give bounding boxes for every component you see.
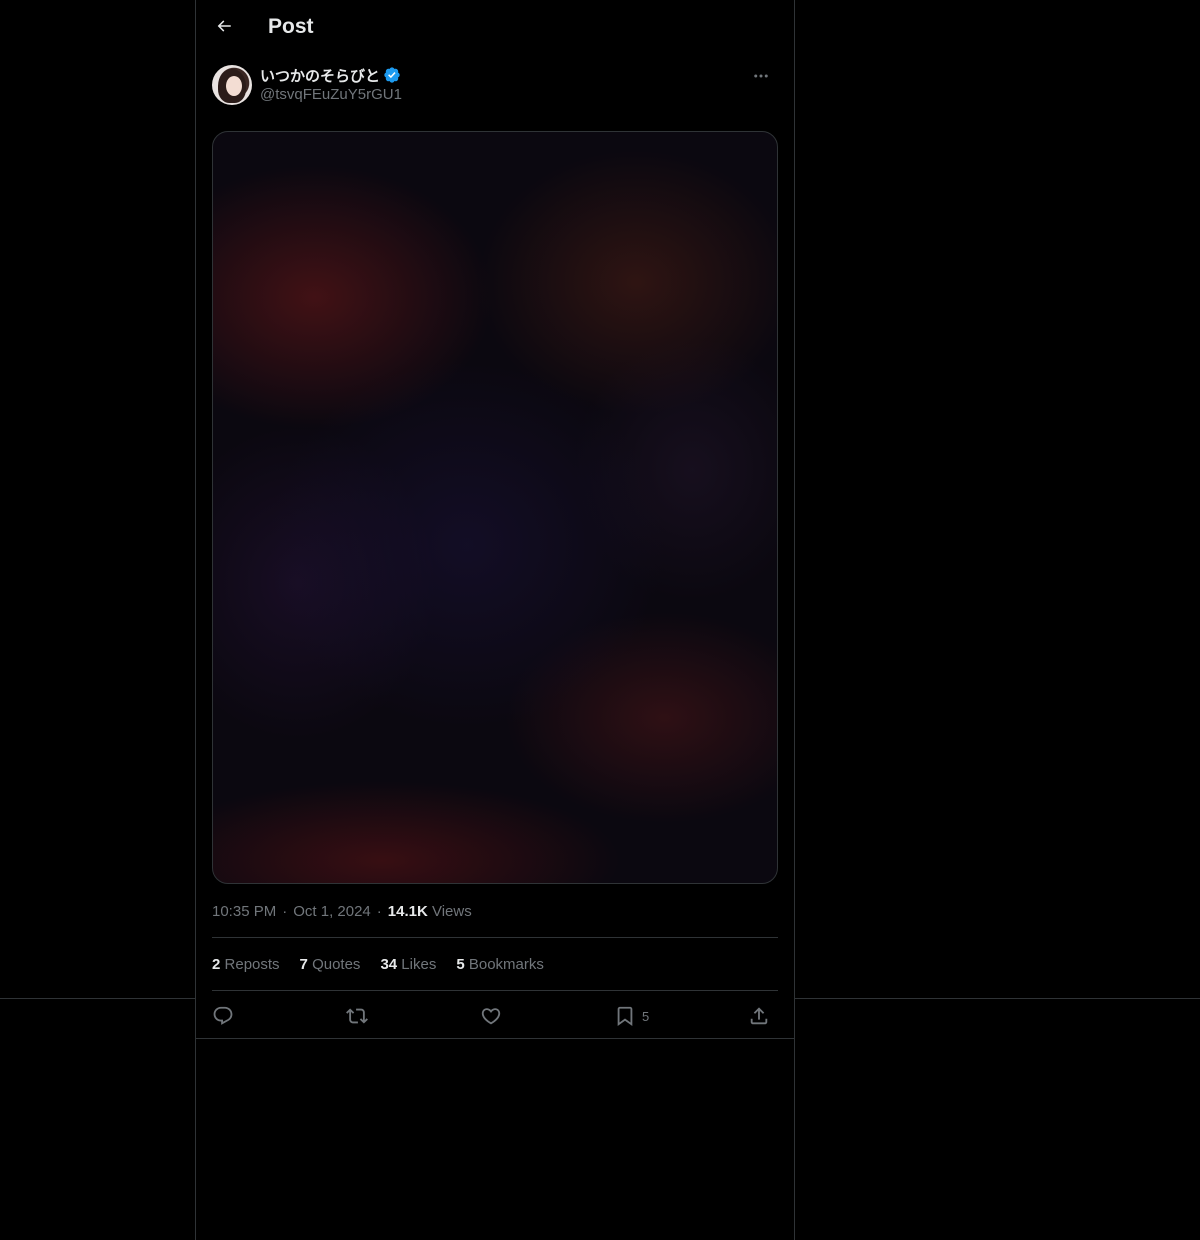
repost-icon	[346, 1008, 368, 1024]
bookmark-button[interactable]: 5	[614, 1002, 649, 1030]
display-name[interactable]: いつかのそらびと	[260, 65, 380, 86]
bookmarks-label: Bookmarks	[468, 956, 544, 973]
avatar[interactable]	[212, 65, 252, 105]
verified-badge-icon[interactable]	[383, 66, 401, 84]
post-time[interactable]: 10:35 PM	[212, 903, 276, 920]
post-metadata: 10:35 PM · Oct 1, 2024 · 14.1K Views	[212, 902, 472, 922]
share-button[interactable]	[748, 1002, 770, 1030]
bookmarks-count: 5	[456, 956, 465, 973]
display-name-row: いつかのそらびと	[260, 64, 401, 86]
views-count: 14.1K	[387, 903, 428, 920]
reposts-count: 2	[212, 956, 221, 973]
separator-dot: ·	[376, 903, 382, 920]
back-button[interactable]	[209, 11, 239, 41]
like-button[interactable]	[480, 1002, 502, 1030]
top-bar: Post	[196, 0, 794, 53]
reposts-stat[interactable]: 2 Reposts	[212, 955, 280, 975]
likes-label: Likes	[401, 956, 437, 973]
post-author: いつかのそらびと @tsvqFEuZuY5rGU1	[212, 64, 778, 108]
share-icon	[750, 1007, 768, 1025]
divider	[212, 990, 778, 991]
arrow-left-icon	[217, 20, 231, 32]
likes-count: 34	[380, 956, 398, 973]
post-media-image[interactable]	[212, 131, 778, 884]
separator-dot: ·	[282, 903, 288, 920]
reposts-label: Reposts	[224, 956, 280, 973]
post-date[interactable]: Oct 1, 2024	[293, 903, 371, 920]
reply-icon	[213, 1006, 233, 1025]
action-bar: 5	[212, 1002, 778, 1030]
bookmark-icon	[617, 1006, 633, 1027]
more-horizontal-icon	[754, 74, 768, 78]
page-title: Post	[268, 15, 314, 38]
bookmark-count: 5	[642, 1008, 650, 1024]
heart-icon	[481, 1008, 501, 1025]
views-label: Views	[431, 903, 472, 920]
reply-button[interactable]	[212, 1002, 234, 1030]
post-column: Post いつかのそらびと @tsvqFEuZuY5rGU1 10:35 PM ·…	[195, 0, 795, 1240]
divider	[196, 1038, 794, 1039]
quotes-label: Quotes	[312, 956, 361, 973]
repost-button[interactable]	[346, 1002, 368, 1030]
likes-stat[interactable]: 34 Likes	[380, 955, 436, 975]
quotes-stat[interactable]: 7 Quotes	[300, 955, 361, 975]
quotes-count: 7	[299, 956, 308, 973]
divider	[212, 937, 778, 938]
avatar-face	[226, 76, 242, 96]
bookmarks-stat[interactable]: 5 Bookmarks	[456, 955, 544, 975]
more-options-button[interactable]	[744, 64, 778, 88]
engagement-stats: 2 Reposts 7 Quotes 34 Likes 5 Bookmarks	[212, 955, 544, 975]
user-handle[interactable]: @tsvqFEuZuY5rGU1	[260, 86, 402, 103]
